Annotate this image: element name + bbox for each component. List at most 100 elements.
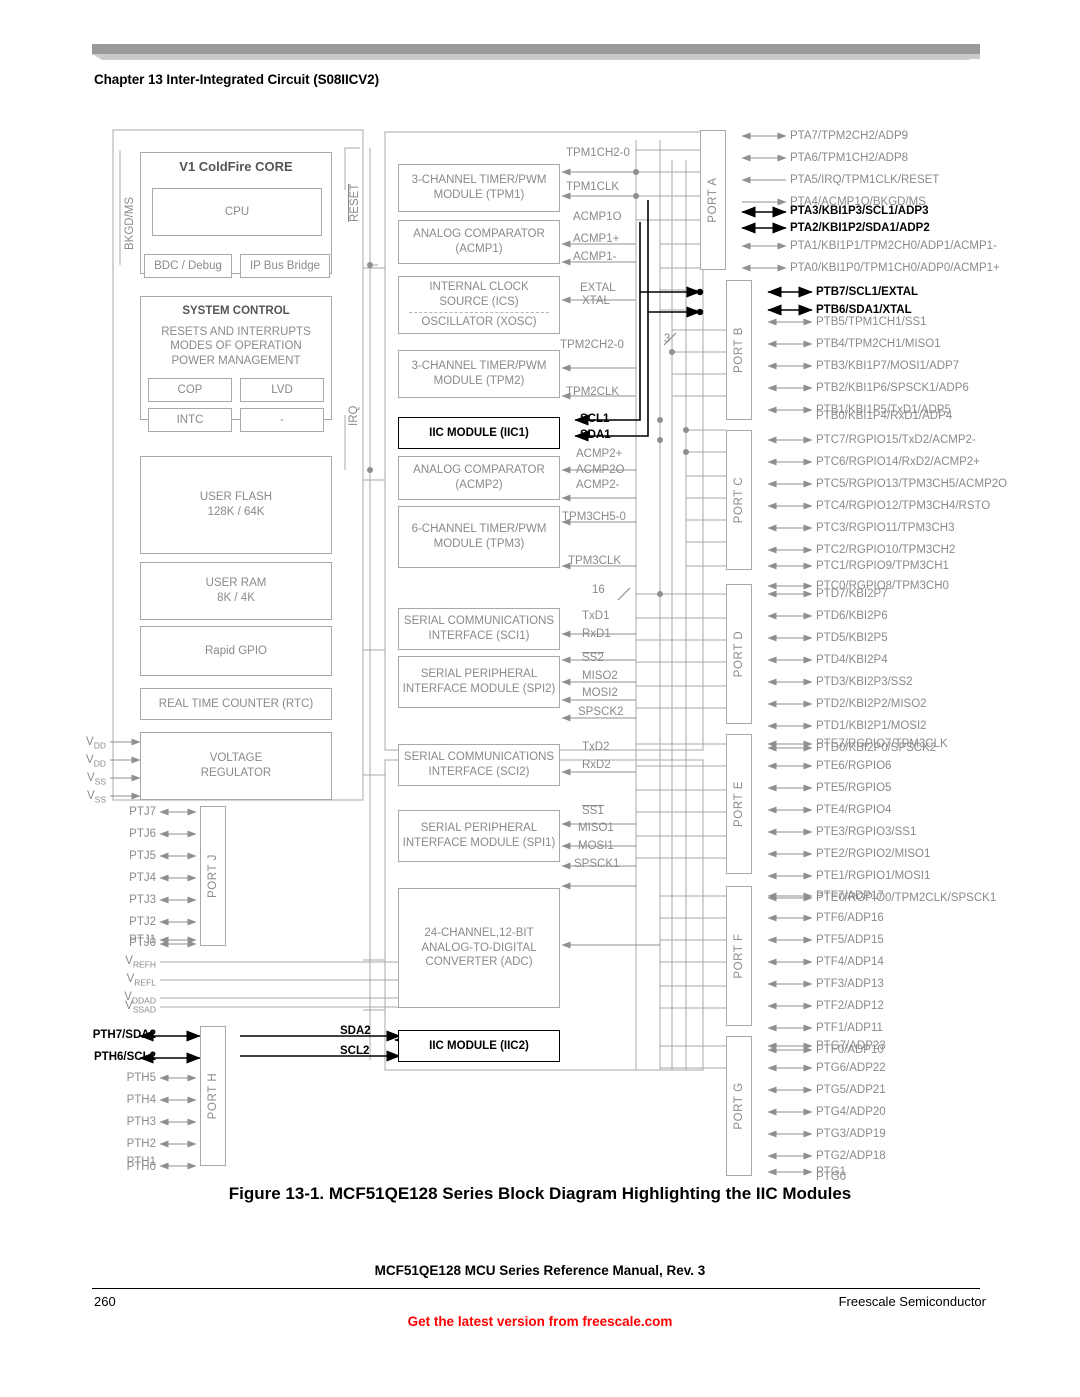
user-ram-title: USER RAM [205, 577, 267, 590]
module-adc-line-2: ANALOG-TO-DIGITAL [421, 941, 537, 954]
bdc-debug-label: BDC / Debug [154, 259, 222, 272]
rapid-gpio-block: Rapid GPIO [140, 626, 332, 676]
pin-ptb7: PTB7/SCL1/EXTAL [816, 286, 919, 298]
pin-ptd3: PTD3/KBI2P3/SS2 [816, 676, 913, 688]
module-iic2-label: IIC MODULE (IIC2) [429, 1039, 529, 1052]
module-spi1: SERIAL PERIPHERAL INTERFACE MODULE (SPI1… [398, 810, 560, 862]
pin-ptc6: PTC6/RGPIO14/RxD2/ACMP2+ [816, 456, 980, 468]
intc-label: INTC [176, 413, 204, 426]
port-j-label: PORT J [207, 853, 219, 899]
pin-pte7: PTE7/RGPIO7/TPM3CLK [816, 738, 948, 750]
port-c-bar: PORT C [726, 430, 752, 570]
signal-acmp1-plus: ACMP1+ [573, 233, 620, 245]
rapid-gpio-label: Rapid GPIO [205, 644, 267, 657]
port-e-bar: PORT E [726, 734, 752, 874]
pin-ptg4: PTG4/ADP20 [816, 1106, 886, 1118]
signal-rxd2: RxD2 [582, 759, 611, 771]
module-iic1-label: IIC MODULE (IIC1) [429, 426, 529, 439]
module-spi2-line-2: INTERFACE MODULE (SPI2) [402, 683, 556, 695]
pin-ptb3: PTB3/KBI1P7/MOSI1/ADP7 [816, 360, 960, 372]
module-ics-line-1: INTERNAL CLOCK [429, 281, 529, 294]
port-b-bar: PORT B [726, 280, 752, 420]
signal-scl1: SCL1 [580, 413, 610, 425]
system-control-line-2: MODES OF OPERATION [170, 340, 302, 353]
signal-ss2: SS2 [582, 652, 604, 664]
pin-ptb0: PTB0/KBI1P4/RxD1/ADP4 [816, 410, 953, 422]
ip-bus-bridge-label: IP Bus Bridge [249, 259, 321, 272]
cop-block: COP [148, 378, 232, 402]
pin-pta5: PTA5/IRQ/TPM1CLK/RESET [790, 174, 940, 186]
pin-pth6: PTH6/SCL2 [94, 1051, 156, 1063]
module-tpm2: 3-CHANNEL TIMER/PWM MODULE (TPM2) [398, 350, 560, 398]
pin-pta3: PTA3/KBI1P3/SCL1/ADP3 [790, 205, 929, 217]
port-d-bar: PORT D [726, 584, 752, 724]
signal-sda1: SDA1 [580, 429, 611, 441]
signal-rxd1: RxD1 [582, 628, 611, 640]
irq-label: IRQ [348, 405, 360, 426]
module-sci1-line-2: INTERFACE (SCI1) [428, 630, 530, 642]
port-f-label: PORT F [733, 933, 745, 979]
intc-block: INTC [148, 408, 232, 432]
pin-pta0: PTA0/KBI1P0/TPM1CH0/ADP0/ACMP1+ [790, 262, 1000, 274]
system-control-title: SYSTEM CONTROL [182, 305, 290, 317]
signal-ss1: SS1 [582, 805, 604, 817]
latest-version-notice: Get the latest version from freescale.co… [407, 1314, 673, 1329]
module-tpm3: 6-CHANNEL TIMER/PWM MODULE (TPM3) [398, 506, 560, 568]
port-h-label: PORT H [207, 1072, 219, 1120]
signal-acmp1o: ACMP1O [573, 211, 622, 223]
pin-ptj4: PTJ4 [129, 872, 156, 884]
pin-ptf4: PTF4/ADP14 [816, 956, 884, 968]
pin-pth7: PTH7/SDA2 [92, 1029, 156, 1041]
lvd-block: LVD [240, 378, 324, 402]
pin-ptj0: PTJ0 [129, 937, 156, 949]
pin-ptf3: PTF3/ADP13 [816, 978, 884, 990]
system-control-line-1: RESETS AND INTERRUPTS [161, 325, 311, 338]
pin-pte1: PTE1/RGPIO1/MOSI1 [816, 870, 931, 882]
signal-bus-width-3: 3 [664, 333, 671, 345]
spare-block: - [240, 408, 324, 432]
signal-tpm3clk: TPM3CLK [568, 555, 622, 567]
module-adc-line-3: CONVERTER (ADC) [425, 956, 533, 969]
port-a-label: PORT A [707, 177, 719, 223]
rtc-block: REAL TIME COUNTER (RTC) [140, 688, 332, 720]
block-diagram: V1 ColdFire CORE CPU BDC / Debug IP Bus … [0, 0, 1080, 1190]
lvd-label: LVD [271, 383, 293, 396]
module-tpm3-line-1: 6-CHANNEL TIMER/PWM [411, 523, 547, 536]
module-sci2-line-2: INTERFACE (SCI2) [428, 766, 530, 778]
module-sci2-line-1: SERIAL COMMUNICATIONS [403, 751, 555, 764]
signal-mosi2: MOSI2 [582, 687, 618, 699]
bdc-debug-block: BDC / Debug [144, 254, 232, 278]
rtc-label: REAL TIME COUNTER (RTC) [158, 697, 314, 710]
signal-tpm2clk: TPM2CLK [566, 386, 620, 398]
module-xosc-line: OSCILLATOR (XOSC) [409, 311, 549, 330]
footer-rule [92, 1288, 980, 1289]
company-name: Freescale Semiconductor [838, 1294, 986, 1309]
pin-ptf1: PTF1/ADP11 [816, 1022, 883, 1034]
pin-pth4: PTH4 [126, 1094, 156, 1106]
signal-spsck1: SPSCK1 [574, 858, 620, 870]
pin-ptd7: PTD7/KBI2P7 [816, 588, 888, 600]
port-d-label: PORT D [733, 630, 745, 678]
signal-bus-width-16: 16 [592, 584, 605, 596]
pin-ptd4: PTD4/KBI2P4 [816, 654, 888, 666]
module-iic1: IIC MODULE (IIC1) [398, 417, 560, 449]
port-j-bar: PORT J [200, 806, 226, 946]
pin-pth5: PTH5 [126, 1072, 156, 1084]
user-flash-size: 128K / 64K [207, 506, 265, 518]
manual-title: MCF51QE128 MCU Series Reference Manual, … [374, 1263, 706, 1278]
ip-bus-bridge-block: IP Bus Bridge [240, 254, 330, 278]
signal-acmp2-plus: ACMP2+ [576, 448, 623, 460]
port-a-bar: PORT A [700, 130, 726, 270]
voltage-regulator-block: VOLTAGE REGULATOR [140, 732, 332, 800]
pin-ptc3: PTC3/RGPIO11/TPM3CH3 [816, 522, 955, 534]
signal-mosi1: MOSI1 [578, 840, 614, 852]
pin-ptg2: PTG2/ADP18 [816, 1150, 886, 1162]
pin-ptj2: PTJ2 [129, 916, 156, 928]
pin-pta7: PTA7/TPM2CH2/ADP9 [790, 130, 909, 142]
pin-pth0: PTH0 [126, 1161, 156, 1173]
pin-ptf6: PTF6/ADP16 [816, 912, 884, 924]
pin-vss-2: VSS [86, 790, 106, 805]
pin-ptb6: PTB6/SDA1/XTAL [816, 304, 912, 316]
voltage-regulator-line-2: REGULATOR [200, 767, 272, 779]
signal-acmp2-minus: ACMP2- [576, 479, 620, 491]
